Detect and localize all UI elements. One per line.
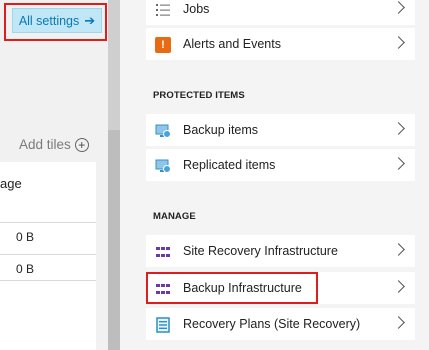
tile-row-value: 0 B <box>15 230 34 244</box>
plus-circle-icon: + <box>74 137 89 152</box>
menu-item-label: Replicated items <box>183 158 276 172</box>
menu-item-label: Site Recovery Infrastructure <box>183 244 338 258</box>
highlight-box <box>4 3 107 41</box>
alert-icon: ! <box>155 37 171 53</box>
chevron-right-icon <box>392 157 405 170</box>
menu-item-jobs[interactable]: Jobs <box>146 0 415 25</box>
menu-item-label: Backup items <box>183 123 259 137</box>
left-blade: All settings ➔ Add tiles + age 0 B 0 B <box>0 0 108 350</box>
tile-row: 0 B <box>0 254 96 279</box>
menu-item-alerts-and-events[interactable]: ! Alerts and Events <box>146 28 415 60</box>
scrollbar-thumb[interactable] <box>108 0 120 130</box>
chevron-right-icon <box>392 122 405 135</box>
plan-icon <box>155 317 171 333</box>
chevron-right-icon <box>392 243 405 256</box>
menu-item-recovery-plans[interactable]: Recovery Plans (Site Recovery) <box>146 308 415 340</box>
add-tiles-label: Add tiles <box>19 137 71 152</box>
menu-item-site-recovery-infrastructure[interactable]: Site Recovery Infrastructure <box>146 235 415 267</box>
add-tiles-button[interactable]: Add tiles + <box>19 137 89 152</box>
menu-item-backup-items[interactable]: Backup items <box>146 114 415 146</box>
menu-item-label: Alerts and Events <box>183 37 281 51</box>
replicated-item-icon <box>155 158 171 174</box>
highlight-box <box>146 272 318 304</box>
tile-row-value: 0 B <box>15 262 34 276</box>
menu-item-replicated-items[interactable]: Replicated items <box>146 149 415 181</box>
list-icon <box>155 2 171 18</box>
section-title-protected-items: PROTECTED ITEMS <box>153 90 245 101</box>
section-title-manage: MANAGE <box>153 211 196 222</box>
tile-divider <box>0 280 96 281</box>
menu-item-label: Jobs <box>183 2 210 16</box>
tile-row: 0 B <box>0 222 96 247</box>
grid-icon <box>155 244 171 260</box>
chevron-right-icon <box>392 36 405 49</box>
storage-tile[interactable]: age 0 B 0 B <box>0 162 96 350</box>
menu-item-label: Recovery Plans (Site Recovery) <box>183 317 361 331</box>
chevron-right-icon <box>392 316 405 329</box>
backup-item-icon <box>155 123 171 139</box>
chevron-right-icon <box>392 280 405 293</box>
chevron-right-icon <box>392 1 405 14</box>
tile-title: age <box>0 176 22 191</box>
